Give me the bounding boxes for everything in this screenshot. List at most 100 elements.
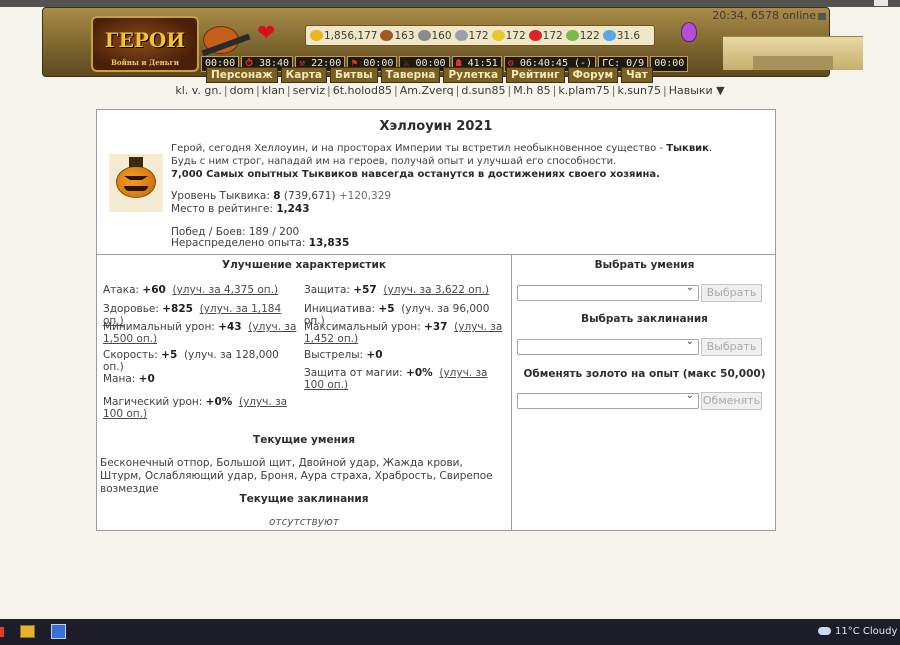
attribute-row: Скорость: +5 (улуч. за 128,000 оп.): [103, 349, 298, 373]
level-value: 8: [273, 190, 281, 202]
attribute-label: Мана:: [103, 373, 139, 385]
upgrade-link[interactable]: (улуч. за 3,622 оп.): [383, 284, 489, 296]
upgrade-link[interactable]: (улуч. за 4,375 оп.): [173, 284, 279, 296]
attribute-label: Защита:: [304, 284, 354, 296]
creature-level: Уровень Тыквика: 8 (739,671) +120,329: [171, 190, 391, 202]
attribute-value: +0%: [205, 396, 233, 408]
online-icon: [818, 12, 826, 20]
attribute-label: Здоровье:: [103, 303, 163, 315]
intro-line-3: 7,000 Самых опытных Тыквиков навсегда ос…: [171, 169, 660, 180]
link-separator: |: [394, 84, 398, 97]
nav-item-7[interactable]: Чат: [621, 67, 653, 83]
intro-line-2: Будь с ним строг, нападай им на героев, …: [171, 156, 617, 167]
pumpkin-eyes: [124, 176, 148, 182]
attribute-label: Скорость:: [103, 349, 162, 361]
gems-icon: [565, 30, 579, 41]
quick-link[interactable]: M.h 85: [513, 84, 550, 97]
nav-item-2[interactable]: Битвы: [330, 67, 378, 83]
ore-value: 160: [431, 29, 452, 42]
pumpkin-mouth: [124, 186, 148, 191]
quick-links: kl. v. gn. | dom | klan | serviz | 6t.holod85 | Am…: [0, 84, 900, 97]
server-clock: 20:34, 6578 online: [712, 9, 826, 22]
attribute-value: +825: [162, 303, 193, 315]
nav-item-6[interactable]: Форум: [567, 67, 619, 83]
potion-icon[interactable]: [681, 22, 697, 42]
start-icon[interactable]: [0, 627, 4, 637]
current-skills-list: Бесконечный отпор, Большой щит, Двойной …: [100, 457, 493, 495]
current-skills-title: Текущие умения: [253, 434, 355, 446]
resource-gems: 122: [565, 29, 600, 42]
nav-item-1[interactable]: Карта: [280, 67, 328, 83]
nav-item-4[interactable]: Рулетка: [443, 67, 504, 83]
resource-crystal: 172: [528, 29, 563, 42]
quick-link[interactable]: dom: [230, 84, 254, 97]
halloween-event-panel: Хэллоуин 2021 Герой, сегодня Хеллоуин, и…: [96, 109, 776, 531]
attribute-value: +43: [218, 321, 242, 333]
browser-top-strip: [0, 0, 900, 7]
attribute-row: Защита от магии: +0% (улуч. за 100 оп.): [304, 367, 509, 391]
diamonds-icon: [602, 30, 616, 41]
resource-diamonds: 31.6: [602, 30, 640, 42]
attribute-row: Максимальный урон: +37 (улуч. за 1,452 о…: [304, 321, 509, 345]
unspent-exp: Нераспределено опыта: 13,835: [171, 237, 349, 249]
intro-line-1: Герой, сегодня Хеллоуин, и на просторах …: [171, 142, 761, 155]
nav-item-5[interactable]: Рейтинг: [506, 67, 565, 83]
attribute-value: +0: [366, 349, 383, 361]
quick-link[interactable]: d.sun85: [461, 84, 505, 97]
health-heart-icon[interactable]: ❤: [257, 22, 275, 46]
pumpkin-creature-image: [109, 154, 163, 212]
attribute-value: +0: [138, 373, 155, 385]
file-explorer-icon[interactable]: [20, 625, 35, 638]
gems-value: 122: [579, 29, 600, 42]
app-icon[interactable]: [51, 624, 66, 639]
mercury-value: 172: [468, 29, 489, 42]
quick-link[interactable]: Навыки ▼: [669, 84, 725, 97]
choose-skill-button[interactable]: Выбрать: [701, 284, 762, 302]
clock-text: 20:34, 6578 online: [712, 9, 816, 22]
attribute-row: Минимальный урон: +43 (улуч. за 1,500 оп…: [103, 321, 298, 345]
spells-select[interactable]: [517, 336, 699, 355]
attribute-label: Максимальный урон:: [304, 321, 425, 333]
exchange-select[interactable]: [517, 390, 699, 409]
quick-link[interactable]: serviz: [293, 84, 325, 97]
window-control[interactable]: [874, 0, 888, 6]
sulfur-value: 172: [505, 29, 526, 42]
attribute-label: Защита от магии:: [304, 367, 407, 379]
nav-item-3[interactable]: Таверна: [380, 67, 441, 83]
weather-widget[interactable]: 11°C Cloudy: [818, 626, 897, 637]
os-taskbar: 11°C Cloudy: [0, 619, 900, 645]
nav-item-0[interactable]: Персонаж: [206, 67, 278, 83]
level-exp: (739,671): [283, 190, 336, 202]
quick-link[interactable]: klan: [262, 84, 285, 97]
unspent-value: 13,835: [308, 237, 350, 249]
quick-link[interactable]: k.sun75: [617, 84, 661, 97]
level-exp-to-next: +120,329: [338, 190, 392, 202]
unspent-label: Нераспределено опыта:: [171, 237, 309, 249]
logo-text: ГЕРОИ: [104, 28, 186, 52]
game-logo[interactable]: ГЕРОИ Войны и Деньги: [91, 16, 199, 72]
quick-link[interactable]: Am.Zverq: [400, 84, 454, 97]
quick-link[interactable]: k.plam75: [558, 84, 609, 97]
creature-rank: Место в рейтинге: 1,243: [171, 203, 310, 215]
weather-text: 11°C Cloudy: [835, 626, 898, 637]
link-separator: |: [327, 84, 331, 97]
link-separator: |: [662, 84, 667, 97]
quick-link[interactable]: kl. v. gn.: [175, 84, 222, 97]
rank-label: Место в рейтинге:: [171, 203, 277, 215]
upgrades-title: Улучшение характеристик: [222, 259, 386, 271]
timer-value: 00:00: [654, 58, 685, 69]
choose-spell-button[interactable]: Выбрать: [701, 338, 762, 356]
wood-icon: [380, 30, 394, 41]
quick-link[interactable]: 6t.holod85: [333, 84, 392, 97]
exchange-button[interactable]: Обменять: [701, 392, 762, 410]
attribute-value: +5: [161, 349, 178, 361]
resource-ore: 160: [417, 29, 452, 42]
current-spells-title: Текущие заклинания: [239, 493, 369, 505]
gold-icon: [310, 30, 323, 41]
skills-select[interactable]: [517, 282, 699, 301]
crystal-value: 172: [542, 29, 563, 42]
rank-value: 1,243: [276, 203, 310, 215]
mercury-icon: [454, 30, 468, 41]
attribute-value: +37: [424, 321, 448, 333]
pumpkin-hat: [129, 157, 143, 167]
